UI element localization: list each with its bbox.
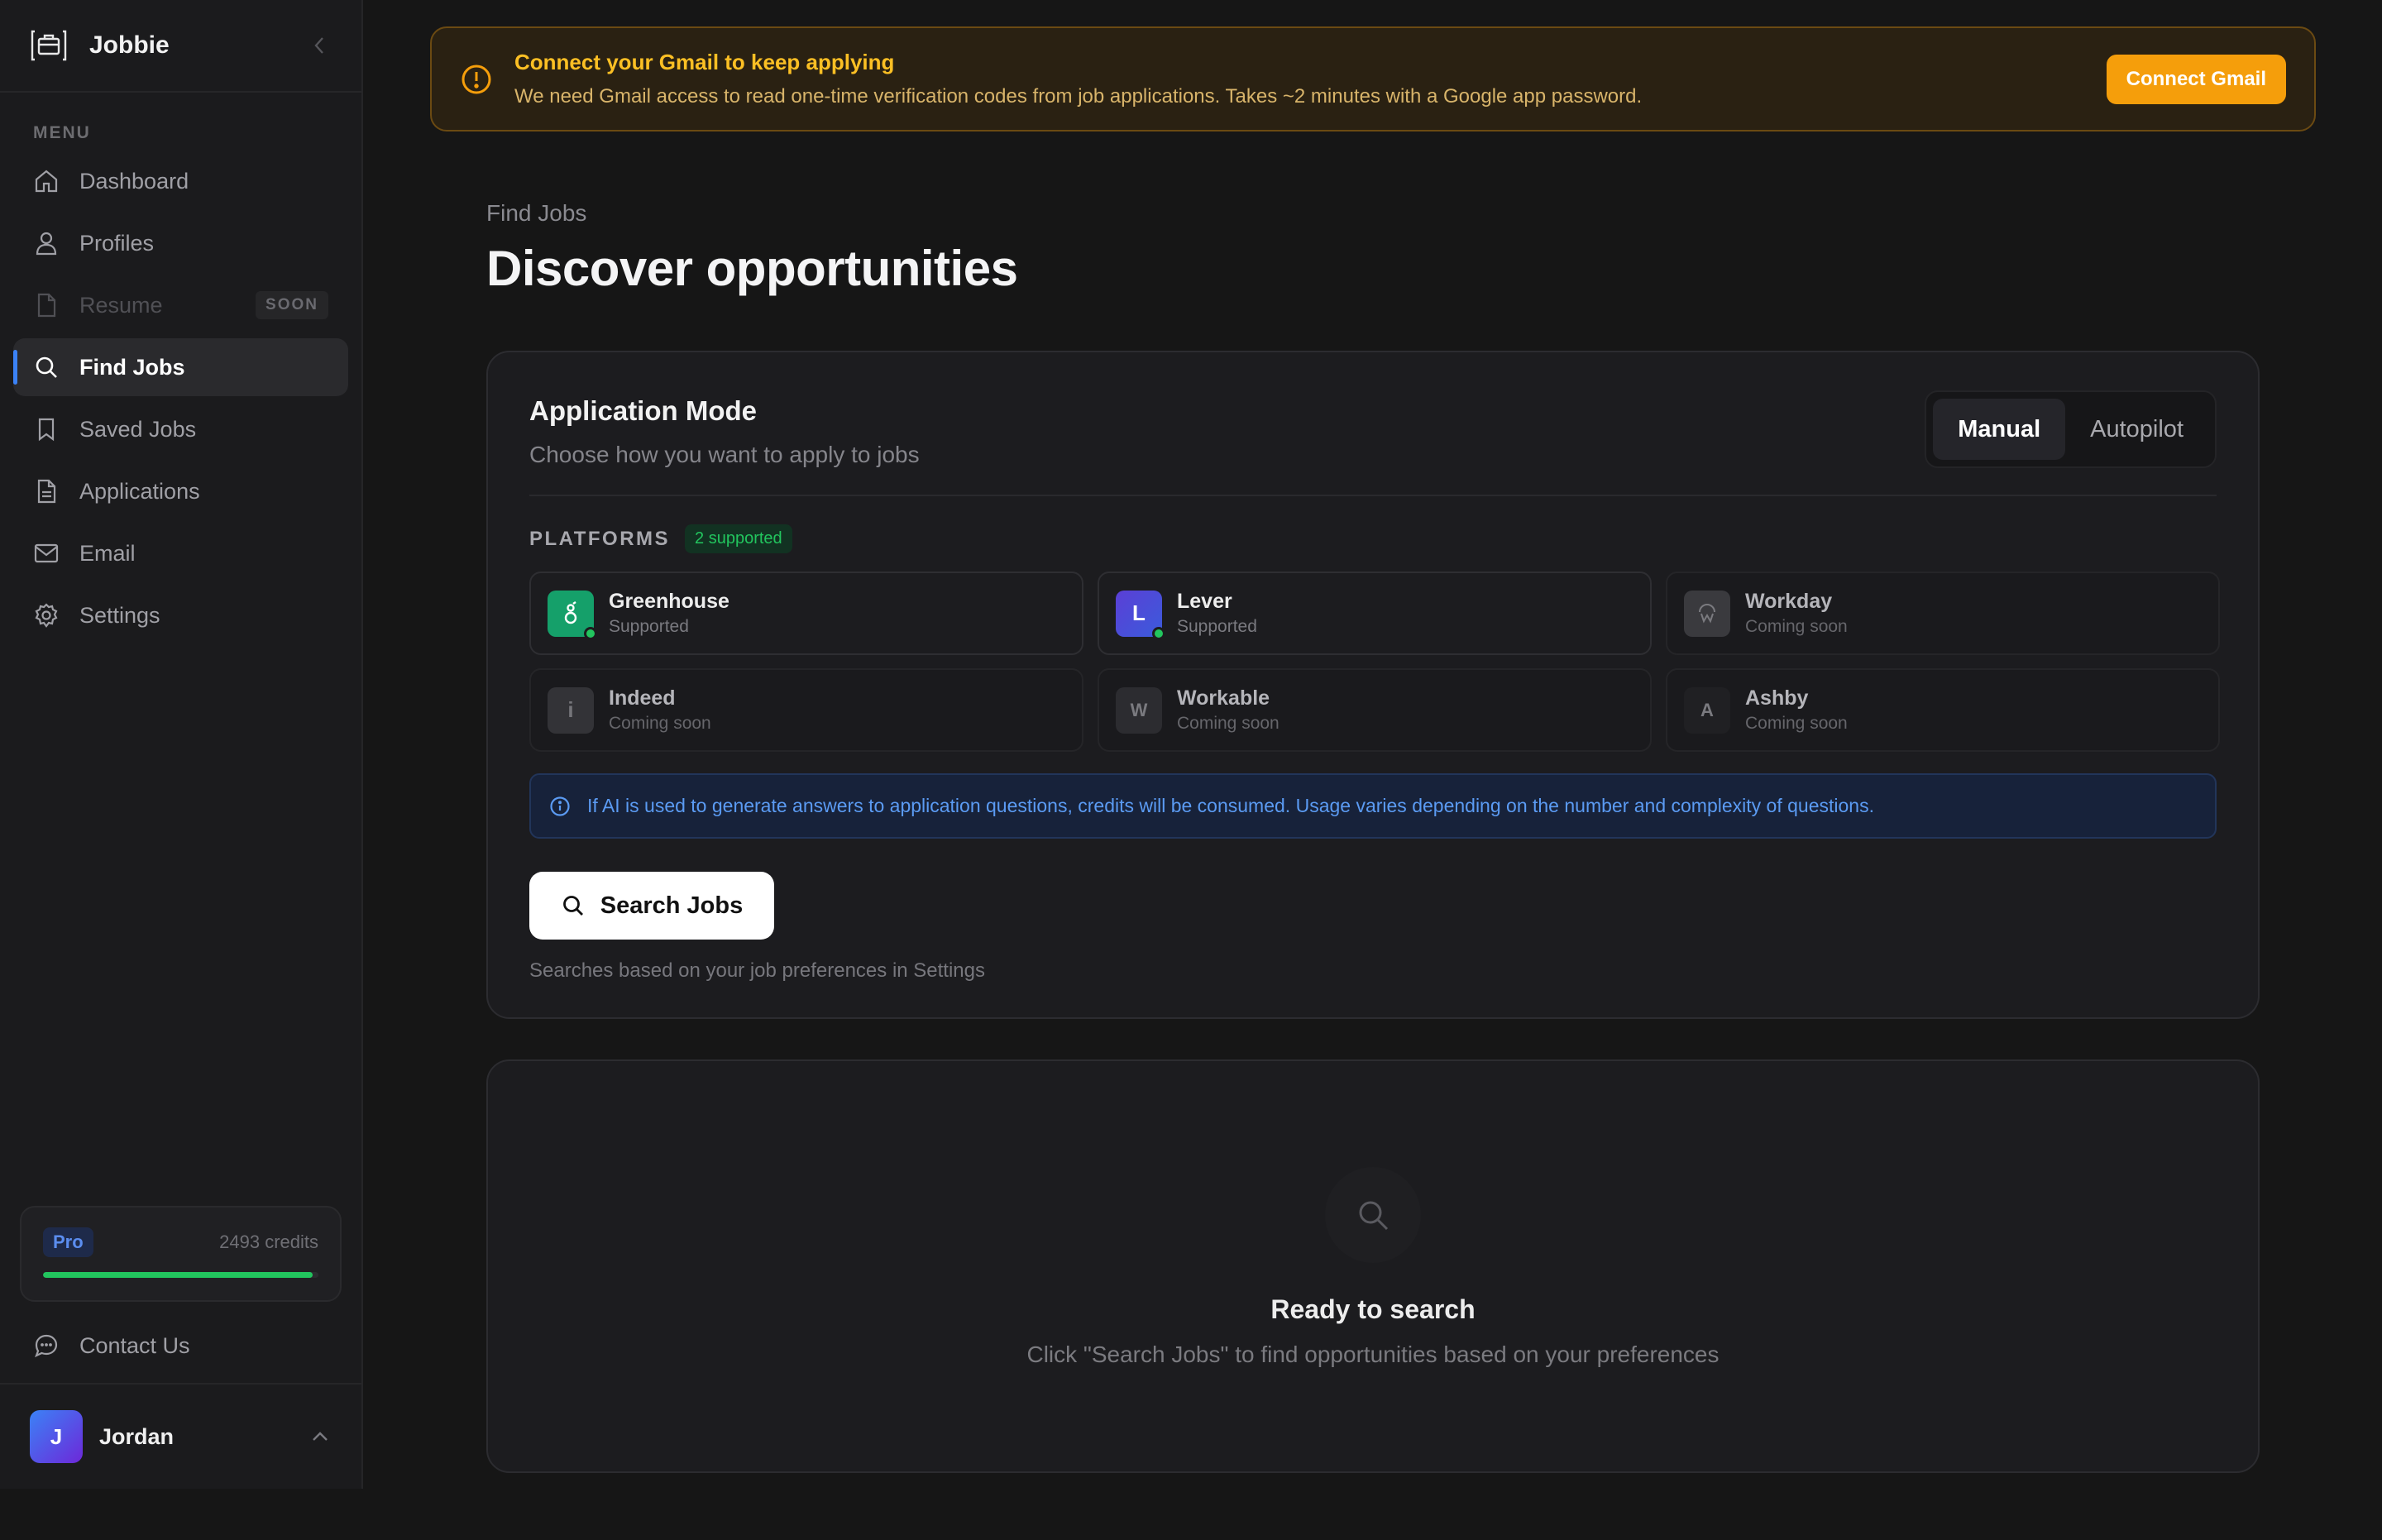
mode-option-autopilot[interactable]: Autopilot — [2065, 399, 2208, 460]
nav-item-label: Settings — [79, 602, 160, 628]
platform-name: Ashby — [1745, 686, 1809, 710]
plan-badge: Pro — [43, 1227, 93, 1257]
nav-item-saved-jobs[interactable]: Saved Jobs — [13, 400, 348, 458]
user-icon — [36, 232, 57, 256]
platform-card-ashby: A Ashby Coming soon — [1666, 668, 2220, 752]
empty-state-title: Ready to search — [1270, 1294, 1476, 1324]
platform-card-workable: W Workable Coming soon — [1098, 668, 1652, 752]
platform-card-workday: Workday Coming soon — [1666, 572, 2220, 655]
nav-item-applications[interactable]: Applications — [13, 462, 348, 520]
lever-logo-icon: L — [1116, 590, 1165, 640]
nav-item-label: Resume — [79, 292, 163, 318]
gmail-warning-banner: Connect your Gmail to keep applying We n… — [430, 26, 2316, 132]
platform-status: Coming soon — [1745, 714, 1848, 733]
brand-name: Jobbie — [89, 31, 170, 59]
credits-progress — [43, 1272, 318, 1278]
nav-item-resume: Resume SOON — [13, 276, 348, 334]
collapse-sidebar-button[interactable] — [307, 33, 332, 58]
contact-us-link[interactable]: Contact Us — [13, 1317, 348, 1375]
platform-status: Supported — [609, 617, 689, 636]
chevron-up-icon — [313, 1432, 328, 1441]
menu-section-label: MENU — [33, 123, 91, 142]
chat-bubble-icon — [35, 1334, 58, 1358]
alert-circle-icon — [462, 65, 491, 93]
search-jobs-button[interactable]: Search Jobs — [529, 872, 774, 940]
application-mode-card: Application Mode Choose how you want to … — [486, 351, 2260, 1019]
user-menu[interactable]: J Jordan — [0, 1383, 361, 1489]
connect-gmail-button[interactable]: Connect Gmail — [2106, 54, 2286, 104]
ashby-logo-icon: A — [1684, 686, 1730, 734]
main-nav: Dashboard Profiles Resume SOON Find Jobs… — [0, 152, 361, 644]
breadcrumb: Find Jobs — [486, 200, 587, 226]
document-icon — [37, 479, 56, 504]
greenhouse-logo-icon — [548, 590, 597, 640]
banner-title: Connect your Gmail to keep applying — [514, 50, 895, 74]
file-icon — [37, 293, 56, 318]
platform-status: Coming soon — [1177, 714, 1279, 733]
empty-state-search-icon — [1325, 1167, 1421, 1263]
platform-name: Workable — [1177, 686, 1270, 710]
platform-name: Workday — [1745, 590, 1833, 613]
indeed-logo-icon: i — [548, 686, 594, 734]
ai-credits-notice: If AI is used to generate answers to app… — [529, 773, 2217, 839]
divider — [529, 495, 2217, 496]
nav-item-dashboard[interactable]: Dashboard — [13, 152, 348, 210]
credits-progress-fill — [43, 1272, 313, 1278]
mode-option-manual[interactable]: Manual — [1933, 399, 2066, 460]
supported-count-badge: 2 supported — [685, 524, 792, 553]
platform-name: Lever — [1177, 590, 1232, 613]
gear-icon — [35, 603, 58, 628]
home-icon — [35, 170, 58, 193]
platform-grid: Greenhouse Supported L Lever Supported W… — [529, 572, 2220, 752]
nav-item-settings[interactable]: Settings — [13, 586, 348, 644]
workday-logo-icon — [1684, 590, 1730, 637]
search-hint: Searches based on your job preferences i… — [529, 959, 986, 982]
info-icon — [550, 796, 570, 816]
platform-card-lever[interactable]: L Lever Supported — [1098, 572, 1652, 655]
nav-item-label: Find Jobs — [79, 354, 185, 380]
platform-card-greenhouse[interactable]: Greenhouse Supported — [529, 572, 1083, 655]
nav-item-label: Dashboard — [79, 168, 189, 194]
platform-status: Supported — [1177, 617, 1257, 636]
bookmark-icon — [38, 418, 55, 442]
nav-item-profiles[interactable]: Profiles — [13, 214, 348, 272]
nav-item-label: Applications — [79, 478, 200, 504]
mail-icon — [34, 543, 59, 563]
page-title: Discover opportunities — [486, 241, 1018, 296]
plan-card: Pro 2493 credits — [20, 1206, 342, 1302]
credits-count: 2493 credits — [219, 1232, 318, 1252]
banner-description: We need Gmail access to read one-time ve… — [514, 85, 1643, 108]
mode-title: Application Mode — [529, 395, 757, 426]
mode-subtitle: Choose how you want to apply to jobs — [529, 442, 920, 467]
nav-item-label: Email — [79, 540, 136, 566]
chevron-left-icon — [314, 37, 323, 54]
nav-item-email[interactable]: Email — [13, 524, 348, 582]
nav-item-find-jobs[interactable]: Find Jobs — [13, 338, 348, 396]
sidebar: Jobbie MENU Dashboard Profiles Resume SO… — [0, 0, 363, 1489]
user-name: Jordan — [99, 1423, 175, 1449]
empty-state-subtitle: Click "Search Jobs" to find opportunitie… — [1026, 1342, 1720, 1367]
platform-status: Coming soon — [1745, 617, 1848, 636]
brand: Jobbie — [0, 0, 361, 93]
workable-logo-icon: W — [1116, 686, 1162, 734]
briefcase-logo-icon — [31, 30, 67, 61]
search-icon — [36, 356, 57, 378]
platform-status: Coming soon — [609, 714, 711, 733]
search-results-empty-state: Ready to search Click "Search Jobs" to f… — [486, 1059, 2260, 1473]
nav-item-label: Saved Jobs — [79, 416, 197, 442]
platform-name: Indeed — [609, 686, 676, 710]
platform-card-indeed: i Indeed Coming soon — [529, 668, 1083, 752]
contact-us-label: Contact Us — [79, 1332, 190, 1358]
soon-badge: SOON — [256, 291, 328, 319]
search-jobs-label: Search Jobs — [600, 892, 744, 919]
nav-item-label: Profiles — [79, 230, 155, 256]
search-icon — [562, 896, 583, 916]
avatar: J — [30, 1410, 83, 1463]
ai-credits-notice-text: If AI is used to generate answers to app… — [587, 795, 1874, 816]
platform-name: Greenhouse — [609, 590, 729, 613]
mode-toggle: Manual Autopilot — [1925, 390, 2217, 468]
platforms-label: PLATFORMS — [529, 527, 671, 550]
